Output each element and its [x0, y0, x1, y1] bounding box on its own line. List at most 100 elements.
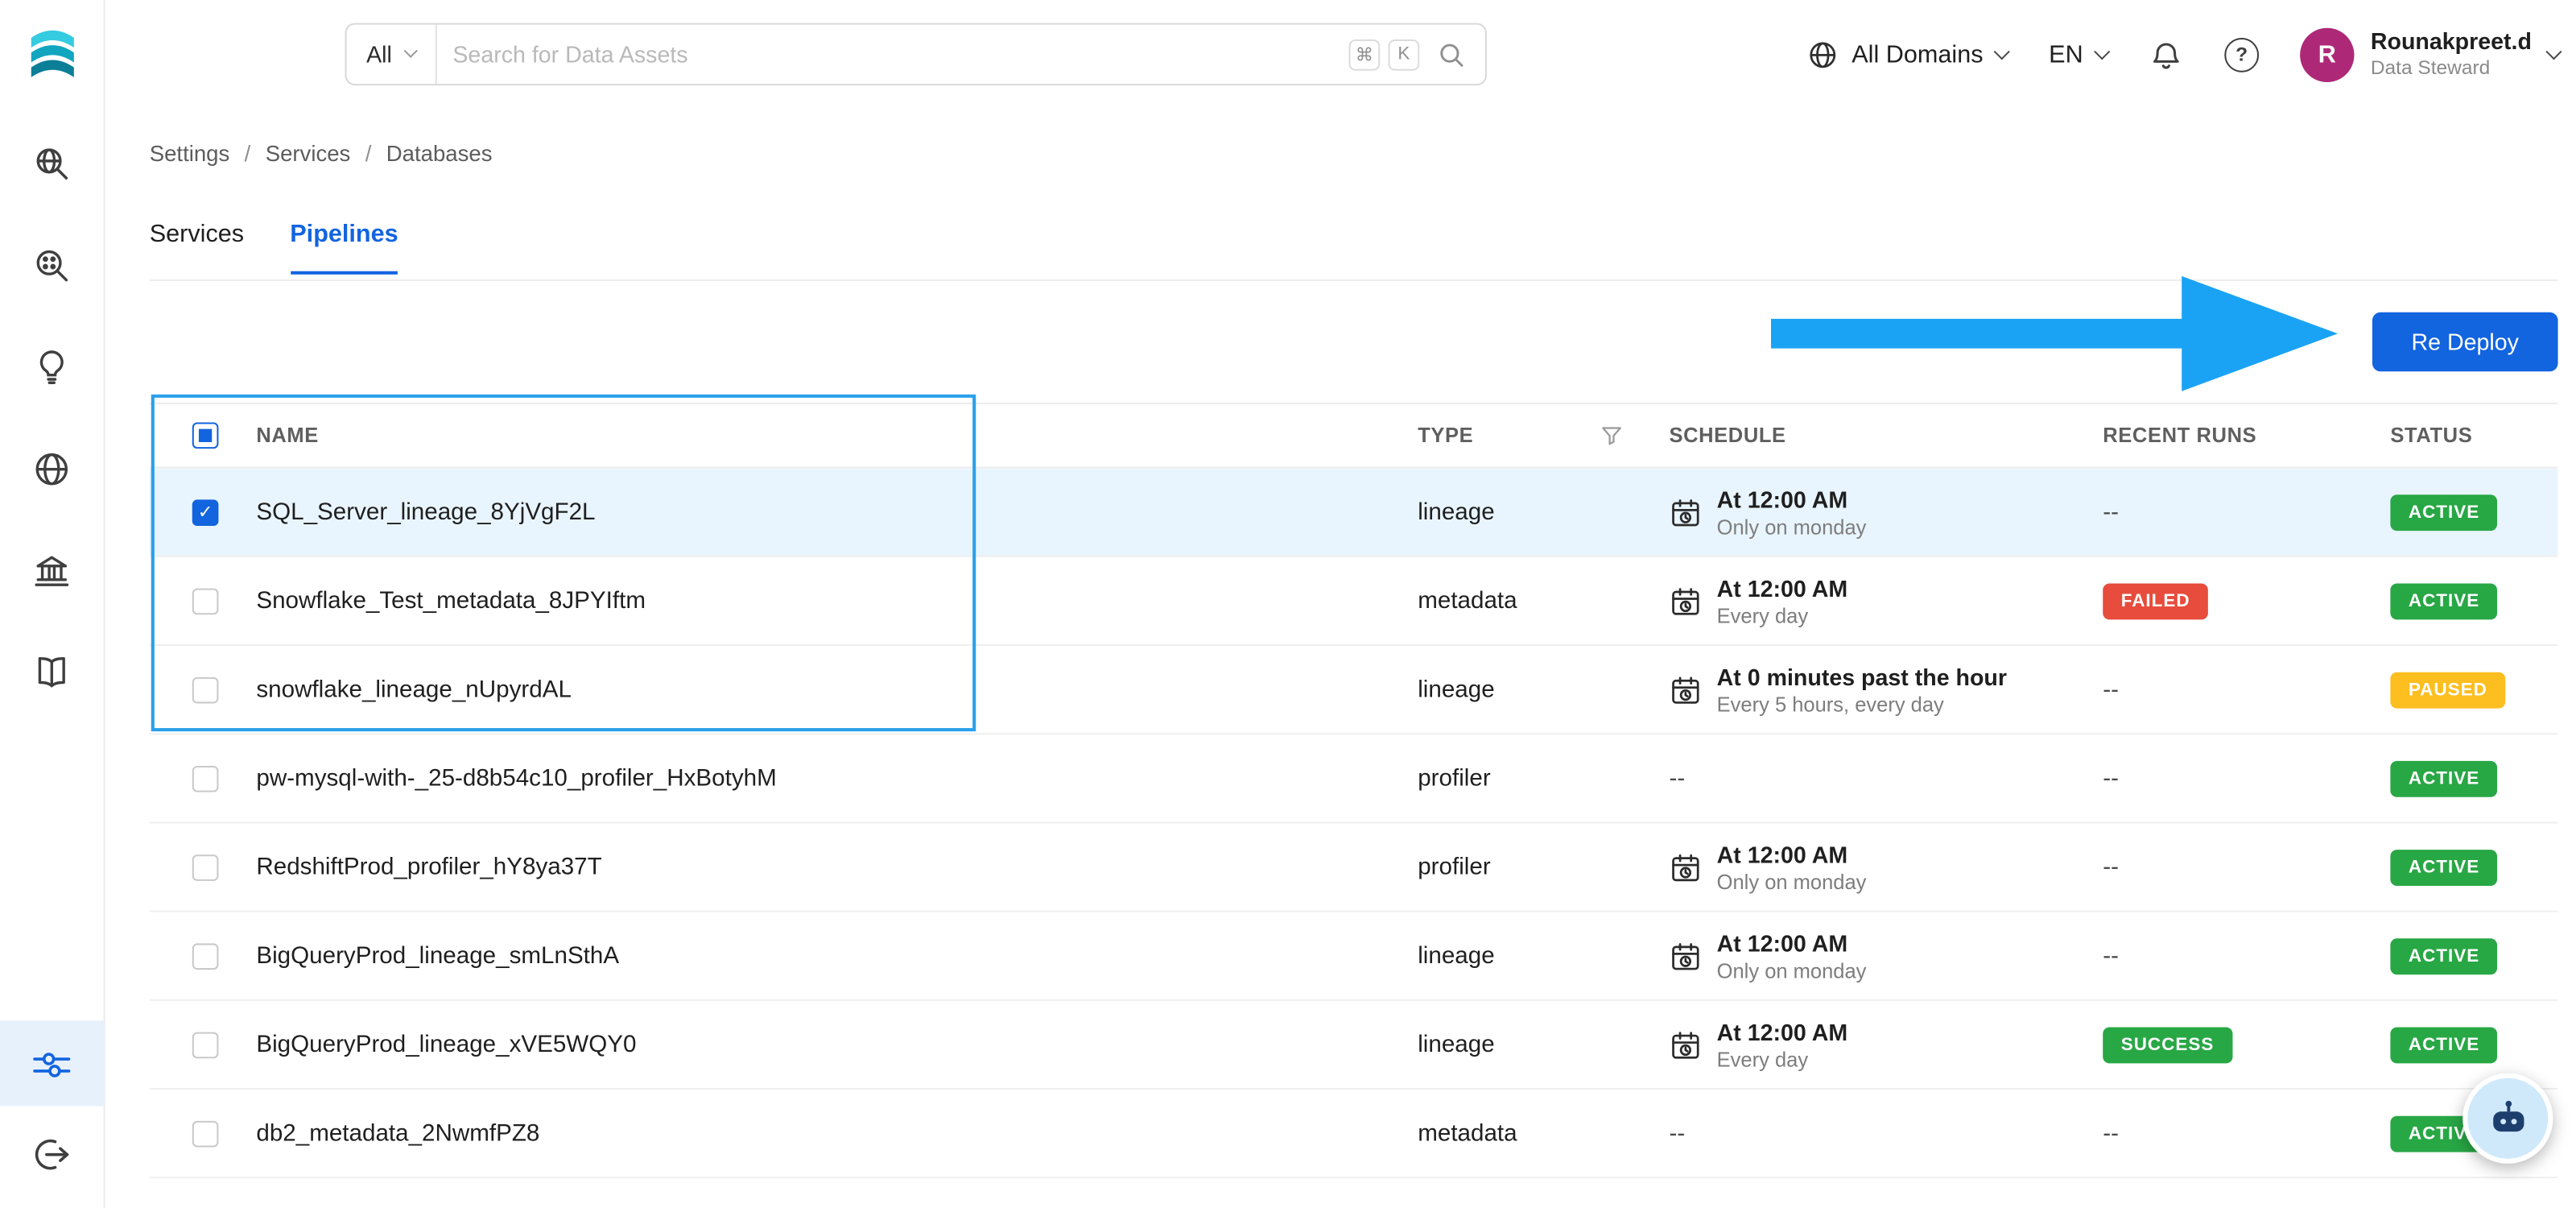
sidebar-item-explore[interactable]	[0, 112, 105, 214]
row-checkbox[interactable]	[192, 676, 219, 703]
sidebar-item-domains[interactable]	[0, 417, 105, 519]
sidebar-item-govern[interactable]	[0, 519, 105, 622]
row-select-cell	[150, 1119, 242, 1147]
status-badge: ACTIVE	[2390, 937, 2498, 974]
language-dropdown[interactable]: EN	[2049, 40, 2111, 68]
pipeline-type-cell: profiler	[1405, 765, 1643, 792]
sidebar-item-insights[interactable]	[0, 316, 105, 418]
pipeline-type-cell: profiler	[1405, 854, 1643, 880]
recent-runs-cell: FAILED	[2087, 582, 2366, 619]
pipeline-schedule-cell: At 12:00 AM Only on monday	[1643, 929, 2087, 982]
pipeline-name[interactable]: RedshiftProd_profiler_hY8ya37T	[256, 854, 601, 880]
chat-robot-icon	[2492, 1099, 2524, 1131]
pipeline-type: profiler	[1418, 765, 1491, 792]
breadcrumb-separator: /	[244, 141, 251, 167]
calendar-clock-icon	[1672, 1031, 1699, 1058]
tab-services[interactable]: Services	[150, 220, 244, 274]
pipeline-schedule-cell: At 0 minutes past the hour Every 5 hours…	[1643, 663, 2087, 716]
govern-bank-icon	[35, 555, 69, 585]
column-schedule: SCHEDULE	[1669, 424, 1786, 448]
column-name[interactable]: NAME	[242, 424, 1405, 448]
app-window: All ⌘ K All Domains EN	[0, 0, 2576, 1208]
table-row[interactable]: BigQueryProd_lineage_xVE5WQY0 lineage At…	[149, 1000, 2558, 1090]
help-icon[interactable]: ?	[2224, 36, 2260, 72]
row-checkbox[interactable]: ✓	[192, 499, 219, 526]
schedule-time: At 12:00 AM	[1716, 929, 1848, 956]
tabs-divider	[149, 279, 2558, 281]
pipeline-name[interactable]: db2_metadata_2NwmfPZ8	[256, 1120, 539, 1147]
sidebar-item-observability[interactable]	[0, 213, 105, 316]
sidebar	[0, 0, 105, 1208]
pipeline-name[interactable]: SQL_Server_lineage_8YjVgF2L	[256, 499, 595, 525]
recent-runs-empty: --	[2103, 499, 2119, 526]
pipeline-type-cell: metadata	[1405, 1120, 1643, 1147]
table-row[interactable]: ✓ SQL_Server_lineage_8YjVgF2L lineage At…	[149, 468, 2558, 557]
row-checkbox[interactable]	[192, 587, 219, 614]
row-checkbox[interactable]	[192, 1119, 219, 1147]
pipeline-name-cell: BigQueryProd_lineage_xVE5WQY0	[242, 1032, 1405, 1058]
pipeline-name-cell: snowflake_lineage_nUpyrdAL	[242, 676, 1405, 703]
recent-run-badge: FAILED	[2103, 582, 2209, 619]
table-row[interactable]: BigQueryProd_lineage_smLnSthA lineage At…	[149, 912, 2558, 1001]
global-search[interactable]: All ⌘ K	[345, 23, 1487, 86]
column-type[interactable]: TYPE	[1405, 424, 1643, 448]
search-icon[interactable]	[1438, 40, 1466, 68]
calendar-clock-icon	[1672, 587, 1699, 614]
schedule-time: At 12:00 AM	[1716, 840, 1848, 867]
row-select-cell	[150, 854, 242, 880]
redeploy-button[interactable]: Re Deploy	[2372, 312, 2558, 372]
row-checkbox[interactable]	[192, 765, 219, 792]
pipeline-type: metadata	[1418, 1119, 1517, 1147]
table-row[interactable]: pw-mysql-with-_25-d8b54c10_profiler_HxBo…	[149, 734, 2558, 824]
avatar[interactable]: R	[2300, 27, 2355, 82]
table-row[interactable]: snowflake_lineage_nUpyrdAL lineage At 0 …	[149, 646, 2558, 735]
table-row[interactable]: mastrun_lineage_gBY00VKg lineage	[149, 1178, 2558, 1208]
pipeline-name[interactable]: pw-mysql-with-_25-d8b54c10_profiler_HxBo…	[256, 765, 776, 792]
row-checkbox[interactable]	[192, 854, 219, 880]
chevron-down-icon	[402, 43, 417, 58]
breadcrumb-databases[interactable]: Databases	[386, 142, 493, 167]
tab-pipelines[interactable]: Pipelines	[290, 220, 398, 275]
recent-runs-cell: --	[2087, 765, 2366, 792]
breadcrumb-settings[interactable]: Settings	[150, 142, 230, 167]
pipeline-name[interactable]: BigQueryProd_lineage_xVE5WQY0	[256, 1032, 636, 1058]
breadcrumb-services[interactable]: Services	[266, 142, 351, 167]
chat-widget-button[interactable]	[2462, 1073, 2553, 1164]
sidebar-item-settings[interactable]	[0, 1020, 105, 1107]
select-all-checkbox[interactable]	[192, 422, 219, 449]
filter-funnel-icon[interactable]	[1600, 424, 1624, 448]
sidebar-item-logout[interactable]	[0, 1106, 105, 1201]
pipeline-name[interactable]: Snowflake_Test_metadata_8JPYIftm	[256, 588, 646, 614]
table-row[interactable]: db2_metadata_2NwmfPZ8 metadata -- -- ACT…	[149, 1090, 2558, 1179]
row-select-cell	[150, 942, 242, 970]
table-body: ✓ SQL_Server_lineage_8YjVgF2L lineage At…	[149, 468, 2558, 1208]
schedule-time: At 12:00 AM	[1716, 574, 1848, 601]
table-row[interactable]: Snowflake_Test_metadata_8JPYIftm metadat…	[149, 556, 2558, 647]
column-type-label: TYPE	[1418, 424, 1474, 448]
column-status: STATUS	[2390, 424, 2473, 448]
user-menu[interactable]: R Rounakpreet.d Data Steward	[2300, 27, 2562, 82]
status-cell: ACTIVE	[2366, 937, 2558, 974]
pipeline-name[interactable]: snowflake_lineage_nUpyrdAL	[256, 676, 572, 703]
pipeline-name[interactable]: BigQueryProd_lineage_smLnSthA	[256, 942, 619, 969]
calendar-clock-icon	[1672, 676, 1699, 703]
openmetadata-logo[interactable]	[19, 18, 85, 92]
domains-dropdown[interactable]: All Domains	[1807, 39, 2011, 70]
breadcrumb-separator: /	[365, 141, 372, 167]
search-input[interactable]	[436, 41, 1349, 68]
observability-search-icon	[36, 249, 68, 281]
table-row[interactable]: RedshiftProd_profiler_hY8ya37T profiler …	[149, 823, 2558, 912]
row-checkbox[interactable]	[192, 1031, 219, 1058]
sidebar-item-glossary[interactable]	[0, 621, 105, 723]
notifications-bell-icon[interactable]	[2149, 37, 2183, 72]
pipeline-type: lineage	[1418, 1031, 1495, 1058]
row-select-cell	[150, 587, 242, 614]
insights-lightbulb-icon	[39, 350, 64, 383]
pipeline-name-cell: Snowflake_Test_metadata_8JPYIftm	[242, 588, 1405, 614]
schedule-time: At 12:00 AM	[1716, 1018, 1848, 1045]
recent-runs-cell: --	[2087, 942, 2366, 969]
search-scope-dropdown[interactable]: All	[347, 24, 436, 85]
chevron-down-icon[interactable]	[2545, 43, 2562, 60]
status-badge: ACTIVE	[2390, 849, 2498, 885]
row-checkbox[interactable]	[192, 942, 219, 970]
